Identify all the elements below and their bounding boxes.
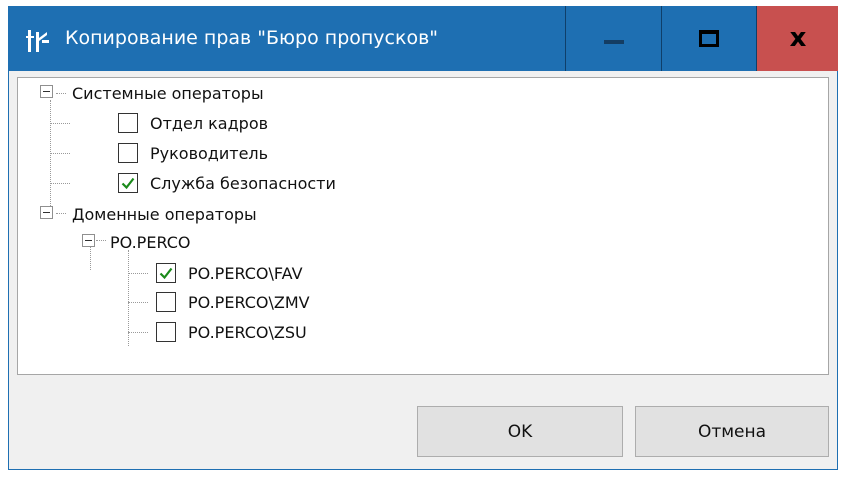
tree-node-label: PO.PERCO\ZSU [188,322,307,342]
tree-line [50,153,70,154]
tree-node-manager[interactable]: Руководитель [150,139,268,167]
tree-line [96,240,106,241]
close-icon: x [789,23,807,53]
dialog-body: Системные операторы Отдел кадров Руковод… [9,71,837,469]
close-button[interactable]: x [756,6,838,71]
tree-line [56,213,66,214]
title-bar[interactable]: Копирование прав "Бюро пропусков" x [8,6,838,71]
maximize-button[interactable] [661,6,756,71]
checkbox-po-perco-fav[interactable] [156,263,176,283]
checkmark-icon [121,177,135,190]
tree-line [128,273,148,274]
tree-node-domain-operators[interactable]: Доменные операторы [72,200,257,228]
dialog-window: Копирование прав "Бюро пропусков" x Сист… [8,6,838,470]
operators-tree[interactable]: Системные операторы Отдел кадров Руковод… [17,77,829,375]
checkbox-po-perco-zsu[interactable] [156,322,176,342]
ok-button[interactable]: OK [417,406,623,457]
tree-node-label: Отдел кадров [150,113,269,133]
tree-node-label: PO.PERCO\FAV [188,263,303,283]
minimize-button[interactable] [565,6,661,71]
collapse-toggle-domain-operators[interactable] [40,206,53,219]
tree-node-security-service[interactable]: Служба безопасности [150,169,336,197]
tree-line [128,302,148,303]
tree-line [56,93,66,94]
checkbox-security-service[interactable] [118,173,138,193]
tree-node-label: Служба безопасности [150,173,336,193]
collapse-toggle-po-perco[interactable] [82,234,95,247]
checkbox-manager[interactable] [118,143,138,163]
tree-line [50,183,70,184]
tree-node-label: PO.PERCO [110,232,191,252]
tree-node-po-perco-zmv[interactable]: PO.PERCO\ZMV [188,288,310,316]
window-title: Копирование прав "Бюро пропусков" [65,27,439,49]
tree-node-po-perco[interactable]: PO.PERCO [110,228,191,256]
cancel-button[interactable]: Отмена [635,406,829,457]
tree-node-label: Системные операторы [72,83,264,103]
tree-node-label: Руководитель [150,143,269,163]
app-logo-icon [22,26,52,56]
maximize-icon [699,30,719,47]
collapse-toggle-system-operators[interactable] [40,85,53,98]
tree-line [50,123,70,124]
tree-node-label: PO.PERCO\ZMV [188,292,310,312]
tree-line [128,332,148,333]
tree-node-hr-department[interactable]: Отдел кадров [150,109,268,137]
tree-node-po-perco-zsu[interactable]: PO.PERCO\ZSU [188,318,307,346]
tree-node-po-perco-fav[interactable]: PO.PERCO\FAV [188,259,303,287]
checkbox-po-perco-zmv[interactable] [156,292,176,312]
checkbox-hr-department[interactable] [118,113,138,133]
minimize-icon [604,40,624,44]
checkmark-icon [159,267,173,280]
tree-node-label: Доменные операторы [72,204,257,224]
tree-node-system-operators[interactable]: Системные операторы [72,79,264,107]
